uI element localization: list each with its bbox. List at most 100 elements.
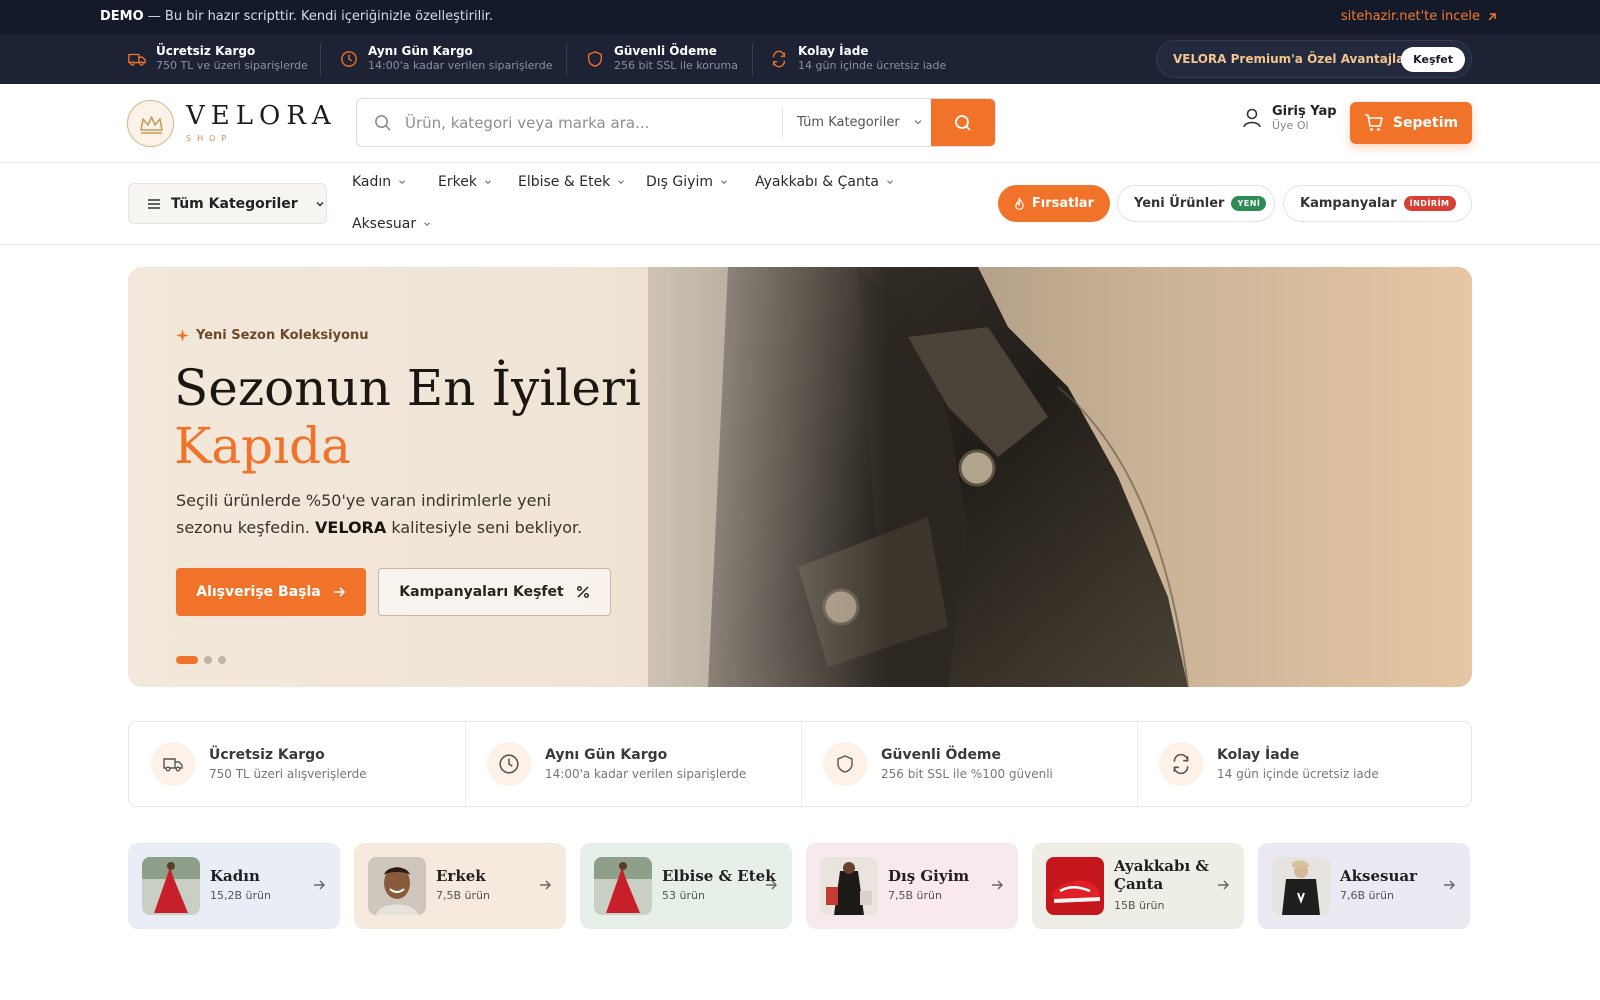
nav-item-ayakkabi-canta[interactable]: Ayakkabı & Çanta (755, 174, 895, 190)
nav-label: Erkek (438, 174, 477, 190)
chevron-down-icon (424, 222, 431, 227)
feature-same-day: Aynı Gün Kargo 14:00'a kadar verilen sipa… (487, 722, 746, 806)
feature-sub: 14 gün içinde ücretsiz iade (1217, 767, 1379, 781)
search-icon (955, 115, 971, 131)
all-categories-button[interactable]: Tüm Kategoriler (128, 183, 327, 224)
shield-icon (588, 51, 602, 67)
hero-pagination (176, 656, 226, 664)
hero-desc-text: kalitesiyle seni bekliyor. (386, 518, 583, 537)
nav-label: Dış Giyim (646, 174, 713, 190)
menu-icon (148, 198, 160, 209)
perk-sub: 750 TL ve üzeri siparişlerde (156, 59, 308, 72)
nav-label: Elbise & Etek (518, 174, 611, 190)
chevron-down-icon (316, 201, 324, 207)
logo-crown-icon[interactable] (127, 100, 174, 147)
shield-icon (823, 742, 867, 786)
explore-campaigns-label: Kampanyaları Keşfet (399, 584, 564, 600)
category-card-dis-giyim[interactable]: Dış Giyim 7,5B ürün (806, 843, 1018, 929)
hero-dot[interactable] (218, 656, 226, 664)
category-card-kadin[interactable]: Kadın 15,2B ürün (128, 843, 340, 929)
explore-campaigns-button[interactable]: Kampanyaları Keşfet (378, 568, 611, 616)
perk-title: Güvenli Ödeme (614, 44, 717, 58)
hero-badge-label: Yeni Sezon Koleksiyonu (196, 328, 369, 343)
feature-title: Ücretsiz Kargo (209, 747, 325, 763)
category-cards: Kadın 15,2B ürün Erkek 7,5B ürün Elbise … (128, 843, 1472, 929)
nav-item-erkek[interactable]: Erkek (438, 174, 493, 190)
perk-sub: 14 gün içinde ücretsiz iade (798, 59, 947, 72)
chevron-down-icon (399, 180, 406, 185)
logo-tagline: SHOP (186, 134, 233, 143)
register-link[interactable]: Üye Ol (1272, 119, 1337, 132)
main-nav: Tüm Kategoriler Kadın Erkek Elbise & Ete… (0, 163, 1600, 245)
nav-item-dis-giyim[interactable]: Dış Giyim (646, 174, 729, 190)
divider (465, 722, 466, 806)
site-header: VELORA SHOP Tüm Kategoriler Giriş Yap Üy… (0, 84, 1600, 163)
arrow-right-icon (992, 880, 1003, 890)
category-card-aksesuar[interactable]: Aksesuar 7,6B ürün (1258, 843, 1470, 929)
chevron-down-icon (618, 180, 625, 185)
perk-easy-return: Kolay İade 14 gün içinde ücretsiz iade (770, 44, 946, 72)
feature-sub: 256 bit SSL ile %100 güvenli (881, 767, 1053, 781)
hero-dot[interactable] (176, 656, 198, 664)
search-category-select[interactable]: Tüm Kategoriler (782, 108, 934, 137)
hero-banner: Yeni Sezon Koleksiyonu Sezonun En İyiler… (128, 267, 1472, 687)
nav-item-aksesuar[interactable]: Aksesuar (352, 216, 432, 232)
category-name: Dış Giyim (888, 867, 970, 885)
login-button[interactable]: Giriş Yap Üye Ol (1242, 104, 1337, 132)
search-bar: Tüm Kategoriler (356, 98, 996, 147)
category-card-erkek[interactable]: Erkek 7,5B ürün (354, 843, 566, 929)
hero-title-accent: Kapıda (174, 417, 351, 475)
perk-sub: 256 bit SSL ile koruma (614, 59, 738, 72)
new-products-button[interactable]: Yeni Ürünler YENİ (1117, 185, 1275, 222)
category-name: Elbise & Etek (662, 867, 776, 885)
deals-label: Fırsatlar (1031, 196, 1094, 211)
premium-text: VELORA Premium'a Özel Avantajlar (1173, 52, 1411, 66)
search-input[interactable] (405, 99, 805, 146)
feature-sub: 14:00'a kadar verilen siparişlerde (545, 767, 747, 781)
category-thumbnail (820, 857, 878, 915)
perk-same-day: Aynı Gün Kargo 14:00'a kadar verilen sipa… (340, 44, 553, 72)
category-card-elbise-etek[interactable]: Elbise & Etek 53 ürün (580, 843, 792, 929)
category-thumbnail (1272, 857, 1330, 915)
demo-text: — Bu bir hazır scripttir. Kendi içeriğin… (143, 9, 494, 24)
nav-item-elbise-etek[interactable]: Elbise & Etek (518, 174, 626, 190)
category-count: 15B ürün (1114, 899, 1165, 912)
all-categories-label: Tüm Kategoriler (171, 195, 298, 212)
arrow-right-icon (314, 880, 325, 890)
perk-sub: 14:00'a kadar verilen siparişlerde (368, 59, 553, 72)
demo-label: DEMO (100, 9, 144, 24)
deals-button[interactable]: Fırsatlar (998, 185, 1110, 222)
logo-wordmark[interactable]: VELORA (186, 101, 337, 131)
category-count: 53 ürün (662, 889, 705, 902)
demo-link-label: sitehazir.net'te incele (1340, 9, 1480, 24)
clock-icon (341, 51, 357, 67)
cart-button[interactable]: Sepetim (1350, 102, 1472, 144)
sparkle-icon (176, 329, 189, 342)
arrow-right-icon (540, 880, 551, 890)
category-name: Erkek (436, 867, 486, 885)
clock-icon (487, 742, 531, 786)
start-shopping-label: Alışverişe Başla (196, 584, 321, 600)
category-name: Aksesuar (1340, 867, 1417, 885)
refresh-icon (1159, 742, 1203, 786)
campaigns-button[interactable]: Kampanyalar İNDİRİM (1283, 185, 1472, 222)
demo-link[interactable]: sitehazir.net'te incele (1341, 9, 1498, 24)
nav-label: Ayakkabı & Çanta (755, 174, 879, 190)
new-products-label: Yeni Ürünler (1134, 196, 1225, 211)
premium-discover-button[interactable]: Keşfet (1401, 47, 1465, 72)
feature-sub: 750 TL üzeri alışverişlerde (209, 767, 367, 781)
divider (1137, 722, 1138, 806)
category-thumbnail (1046, 857, 1104, 915)
hero-dot[interactable] (204, 656, 212, 664)
nav-label: Kadın (352, 174, 392, 190)
category-count: 7,5B ürün (436, 889, 490, 902)
category-name: Ayakkabı & Çanta (1114, 857, 1209, 893)
start-shopping-button[interactable]: Alışverişe Başla (176, 568, 366, 616)
features-strip: Ücretsiz Kargo 750 TL üzeri alışverişlerd… (128, 721, 1472, 807)
search-button[interactable] (931, 99, 995, 146)
chevron-down-icon (721, 180, 727, 185)
demo-notice: DEMO — Bu bir hazır scripttir. Kendi içe… (100, 9, 493, 24)
nav-item-kadin[interactable]: Kadın (352, 174, 407, 190)
category-card-ayakkabi-canta[interactable]: Ayakkabı & Çanta 15B ürün (1032, 843, 1244, 929)
premium-banner: VELORA Premium'a Özel Avantajlar Keşfet (1156, 40, 1472, 78)
